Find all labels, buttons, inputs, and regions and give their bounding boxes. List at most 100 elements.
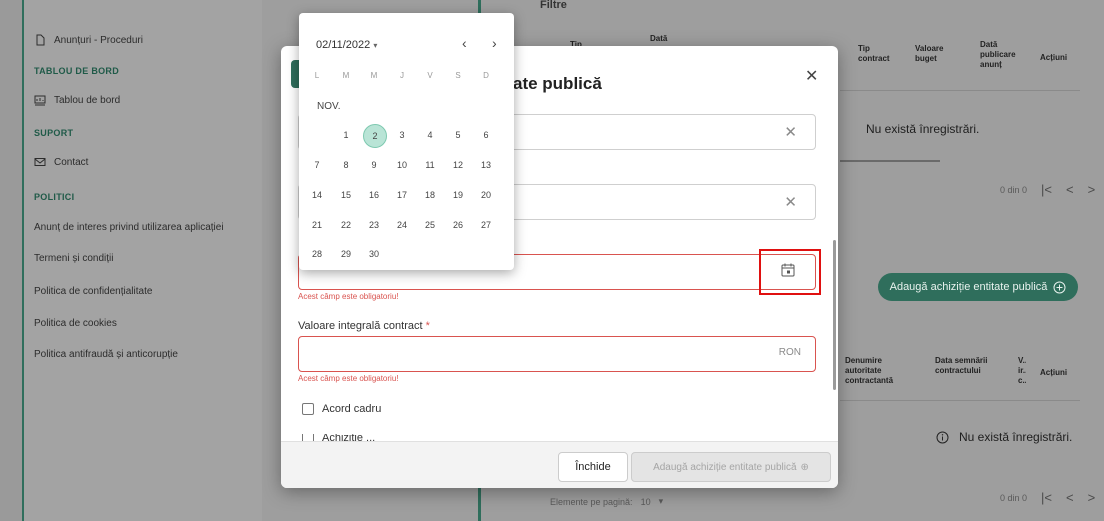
date-field-error: Acest câmp este obligatoriu! [298, 292, 399, 301]
calendar-day[interactable]: 9 [365, 156, 383, 174]
calendar-day[interactable]: 14 [308, 186, 326, 204]
info-icon [936, 431, 949, 443]
calendar-day[interactable]: 11 [421, 156, 439, 174]
sidebar-item-antifrauda[interactable]: Politica antifraudă și anticorupție [34, 349, 178, 360]
month-label: NOV. [317, 101, 341, 112]
calendar-day[interactable]: 24 [393, 216, 411, 234]
required-asterisk: * [425, 320, 430, 332]
prev-page-icon[interactable]: < [1066, 182, 1074, 197]
dashboard-icon [34, 95, 46, 106]
table-header-valoare-partial: V... ir... c... [1018, 356, 1026, 385]
sidebar-item-anunt-interes[interactable]: Anunț de interes privind utilizarea apli… [34, 222, 224, 233]
calendar-day[interactable]: 18 [421, 186, 439, 204]
table-header-valoare-buget: Valoare buget [915, 44, 944, 63]
prev-month-icon[interactable]: ‹ [462, 35, 467, 51]
calendar-day[interactable]: 6 [477, 126, 495, 144]
caret-down-icon: ▾ [373, 41, 378, 50]
calendar-day[interactable]: 20 [477, 186, 495, 204]
empty-state-text: Nu există înregistrări. [866, 122, 980, 136]
sidebar-heading-tablou: TABLOU DE BORD [34, 66, 120, 76]
document-icon [36, 34, 45, 46]
calendar-day[interactable]: 4 [421, 126, 439, 144]
per-page-control[interactable]: Elemente pe pagină: 10 ▾ [550, 496, 663, 507]
weekday-label: M [342, 71, 350, 80]
next-month-icon[interactable]: › [492, 35, 497, 51]
clear-icon[interactable]: ✕ [784, 123, 797, 141]
plus-circle-icon: ⊕ [800, 461, 809, 473]
caret-down-icon: ▾ [658, 496, 664, 506]
calendar-day[interactable]: 10 [393, 156, 411, 174]
first-page-icon[interactable]: |< [1041, 182, 1052, 197]
calendar-day[interactable]: 2 [363, 124, 387, 148]
sidebar-item-confidentialitate[interactable]: Politica de confidențialitate [34, 286, 152, 297]
calendar-day[interactable]: 27 [477, 216, 495, 234]
pager-count: 0 din 0 [1000, 492, 1028, 503]
clear-icon[interactable]: ✕ [784, 193, 797, 211]
calendar-day[interactable]: 25 [421, 216, 439, 234]
calendar-day[interactable]: 26 [449, 216, 467, 234]
contract-value-input[interactable]: RON [298, 336, 816, 372]
close-icon[interactable]: ✕ [805, 66, 818, 86]
calendar-day[interactable]: 28 [308, 245, 326, 263]
calendar-day[interactable]: 1 [337, 126, 355, 144]
contract-value-label-text: Valoare integrală contract [298, 320, 423, 332]
modal-scrollbar[interactable] [833, 240, 836, 390]
per-page-value: 10 [640, 496, 651, 507]
next-page-icon[interactable]: > [1088, 182, 1096, 197]
calendar-day[interactable]: 19 [449, 186, 467, 204]
first-page-icon[interactable]: |< [1041, 490, 1052, 505]
calendar-day[interactable]: 15 [337, 186, 355, 204]
sidebar-item-label: Tablou de bord [54, 94, 121, 106]
checkbox-label: Acord cadru [322, 403, 382, 415]
modal-title: ate publică [513, 74, 602, 93]
sidebar-item-cookies[interactable]: Politica de cookies [34, 318, 117, 329]
weekday-label: J [400, 71, 404, 80]
calendar-day[interactable]: 5 [449, 126, 467, 144]
close-button[interactable]: Închide [558, 452, 628, 482]
weekday-label: L [314, 71, 320, 80]
sidebar-item-anunturi[interactable]: Anunțuri - Proceduri [34, 34, 143, 46]
submit-acquisition-button[interactable]: Adaugă achiziție entitate publică ⊕ [631, 452, 831, 482]
weekday-label: S [455, 71, 461, 80]
submit-label: Adaugă achiziție entitate publică [653, 461, 797, 473]
calendar-day[interactable]: 29 [337, 245, 355, 263]
calendar-day[interactable]: 7 [308, 156, 326, 174]
table-header-data-semnarii: Data semnării contractului [935, 356, 988, 375]
checkbox-box[interactable] [302, 403, 314, 415]
selected-date-text: 02/11/2022 [316, 39, 371, 51]
horizontal-scrollbar[interactable] [840, 160, 940, 162]
add-button-label: Adaugă achiziție entitate publică [889, 281, 1048, 293]
calendar-day[interactable]: 16 [365, 186, 383, 204]
month-year-selector[interactable]: 02/11/2022 ▾ [316, 39, 377, 51]
empty-state-text: Nu există înregistrări. [959, 430, 1073, 444]
table-header-actiuni: Acțiuni [1040, 53, 1068, 62]
highlight-box [759, 249, 821, 295]
prev-page-icon[interactable]: < [1066, 490, 1074, 505]
calendar-day[interactable]: 22 [337, 216, 355, 234]
weekday-label: D [483, 71, 489, 80]
acord-cadru-checkbox[interactable]: Acord cadru [302, 403, 381, 415]
contract-value-label: Valoare integrală contract * [298, 320, 430, 332]
calendar-day[interactable]: 17 [393, 186, 411, 204]
add-public-acquisition-button[interactable]: Adaugă achiziție entitate publică [878, 273, 1078, 301]
mail-icon [34, 158, 46, 166]
sidebar-item-contact[interactable]: Contact [34, 156, 88, 168]
calendar-day[interactable]: 23 [365, 216, 383, 234]
empty-state-bottom: Nu există înregistrări. [936, 430, 1072, 444]
calendar-day[interactable]: 30 [365, 245, 383, 263]
calendar-day[interactable]: 8 [337, 156, 355, 174]
weekday-label: V [427, 71, 433, 80]
calendar-day[interactable]: 21 [308, 216, 326, 234]
calendar-day[interactable]: 12 [449, 156, 467, 174]
paginator-top: 0 din 0 |< < > >| [1000, 182, 1104, 197]
sidebar-item-label: Contact [54, 156, 89, 168]
calendar-day[interactable]: 13 [477, 156, 495, 174]
sidebar-item-termeni[interactable]: Termeni și condiții [34, 253, 113, 264]
currency-suffix: RON [778, 347, 801, 358]
calendar-day[interactable]: 3 [393, 126, 411, 144]
paginator-bottom: 0 din 0 |< < > >| [1000, 490, 1104, 505]
sidebar-item-tablou-de-bord[interactable]: Tablou de bord [34, 94, 120, 106]
table-header-actiuni-2: Acțiuni [1040, 368, 1068, 377]
next-page-icon[interactable]: > [1088, 490, 1096, 505]
table-header-tip-contract: Tip contract [858, 44, 890, 63]
